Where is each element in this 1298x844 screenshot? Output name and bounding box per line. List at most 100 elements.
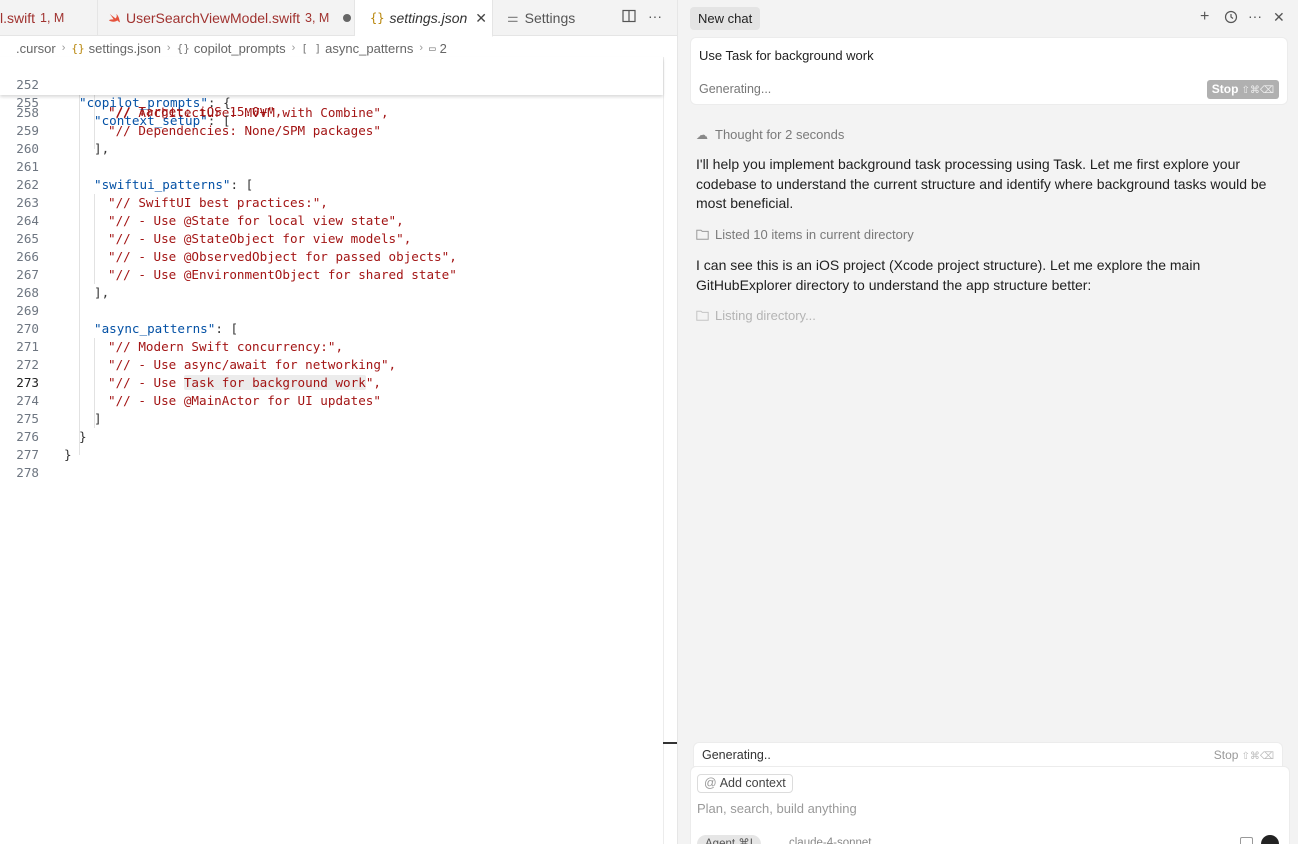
code-text: "copilot_prompts": { bbox=[79, 95, 231, 110]
more-actions-icon[interactable]: ··· bbox=[1248, 8, 1262, 24]
stop-button[interactable]: Stop ⇧⌘⌫ bbox=[1206, 80, 1279, 99]
code-text: ] bbox=[94, 411, 102, 426]
tab-usersearchviewmodel[interactable]: UserSearchViewModel.swift 3, M bbox=[98, 0, 355, 36]
code-text: "// - Use @State for local view state", bbox=[108, 213, 404, 228]
indent-guide bbox=[94, 338, 95, 428]
tool-call-text: Listed 10 items in current directory bbox=[715, 227, 914, 242]
generating-text: Generating.. bbox=[702, 748, 771, 762]
chevron-right-icon: › bbox=[166, 42, 171, 54]
stop-label: Stop bbox=[1211, 82, 1239, 96]
unsaved-dot-icon bbox=[343, 14, 352, 22]
code-text: "async_patterns": [ bbox=[94, 321, 239, 336]
thought-text: Thought for 2 seconds bbox=[715, 127, 845, 142]
tab-label: l.swift bbox=[0, 10, 35, 26]
tab-settings-json[interactable]: {} settings.json ✕ bbox=[355, 0, 493, 37]
code-string: ", bbox=[365, 375, 381, 390]
model-selector[interactable]: claude-4-sonnet bbox=[789, 837, 871, 844]
at-icon: @ bbox=[704, 776, 717, 790]
stop-button[interactable]: Stop ⇧⌘⌫ bbox=[1214, 748, 1274, 762]
sliders-icon: ⚌ bbox=[507, 10, 519, 25]
line-number: 271 bbox=[16, 339, 39, 354]
thought-indicator[interactable]: ☁ Thought for 2 seconds bbox=[696, 127, 844, 142]
line-number: 255 bbox=[16, 95, 39, 110]
object-braces-icon: {} bbox=[176, 41, 190, 55]
chat-panel: New chat + ··· ✕ Use Task for background… bbox=[677, 0, 1298, 844]
chat-input[interactable]: Plan, search, build anything bbox=[697, 801, 857, 816]
code-punct: : [ bbox=[230, 177, 254, 192]
tab-label: UserSearchViewModel.swift bbox=[126, 10, 301, 26]
code-punct: : [ bbox=[215, 321, 239, 336]
indent-guide bbox=[79, 95, 80, 455]
tab-settings[interactable]: ⚌ Settings bbox=[493, 0, 611, 36]
generating-bar: Generating.. Stop ⇧⌘⌫ bbox=[693, 742, 1283, 767]
breadcrumb-file[interactable]: settings.json bbox=[89, 41, 161, 56]
line-number: 274 bbox=[16, 393, 39, 408]
user-query-box[interactable]: Use Task for background work Generating.… bbox=[690, 37, 1288, 105]
line-number: 263 bbox=[16, 195, 39, 210]
chat-input-box[interactable]: @ Add context Plan, search, build anythin… bbox=[690, 766, 1290, 844]
code-text: } bbox=[79, 429, 87, 444]
code-editor[interactable]: 252 "copilot_prompts": { 255 "context_se… bbox=[0, 57, 663, 844]
breadcrumb-array[interactable]: async_patterns bbox=[325, 41, 413, 56]
code-text: "// - Use @EnvironmentObject for shared … bbox=[108, 267, 457, 282]
line-number: 264 bbox=[16, 213, 39, 228]
stop-label: Stop bbox=[1213, 748, 1239, 762]
breadcrumb-object[interactable]: copilot_prompts bbox=[194, 41, 286, 56]
tab-badge: 1, M bbox=[40, 11, 65, 25]
line-number: 275 bbox=[16, 411, 39, 426]
code-line: 260], bbox=[0, 140, 663, 158]
chat-header: New chat + ··· ✕ bbox=[678, 0, 1298, 36]
line-number: 269 bbox=[16, 303, 39, 318]
assistant-message: I can see this is an iOS project (Xcode … bbox=[696, 257, 1201, 293]
code-text: "// - Use async/await for networking", bbox=[108, 357, 397, 372]
chat-title-tab[interactable]: New chat bbox=[690, 7, 761, 30]
send-button[interactable] bbox=[1261, 835, 1279, 844]
add-context-button[interactable]: @ Add context bbox=[697, 774, 793, 793]
scrollbar-thumb[interactable] bbox=[663, 742, 677, 744]
plus-icon[interactable]: + bbox=[1200, 8, 1209, 26]
tool-call-listing: Listing directory... bbox=[696, 308, 816, 323]
image-icon[interactable] bbox=[1240, 837, 1253, 844]
breadcrumb-folder[interactable]: .cursor bbox=[16, 41, 56, 56]
tool-call-listed[interactable]: Listed 10 items in current directory bbox=[696, 227, 914, 242]
code-line: 262 "swiftui_patterns": [ bbox=[0, 176, 663, 194]
code-line: 277} bbox=[0, 446, 663, 464]
swift-icon bbox=[108, 13, 121, 22]
more-actions-icon[interactable]: ··· bbox=[648, 8, 662, 24]
code-line: 267 "// - Use @EnvironmentObject for shar… bbox=[0, 266, 663, 284]
line-number: 278 bbox=[16, 465, 39, 480]
code-line: 255 "context_setup": [ bbox=[0, 76, 663, 128]
tab-label: Settings bbox=[524, 10, 576, 26]
line-number: 262 bbox=[16, 177, 39, 192]
code-text: "// - Use @MainActor for UI updates" bbox=[108, 393, 381, 408]
editor-tab-bar: l.swift 1, M UserSearchViewModel.swift 3… bbox=[0, 0, 677, 37]
chevron-right-icon: › bbox=[419, 42, 424, 54]
sticky-scroll-header[interactable]: 252 "copilot_prompts": { 255 "context_se… bbox=[0, 57, 663, 128]
close-icon[interactable]: ✕ bbox=[1273, 9, 1285, 26]
editor-pane: l.swift 1, M UserSearchViewModel.swift 3… bbox=[0, 0, 677, 844]
breadcrumb-index[interactable]: 2 bbox=[440, 41, 447, 56]
code-line: 265 "// - Use @StateObject for view model… bbox=[0, 230, 663, 248]
chevron-right-icon: › bbox=[291, 42, 296, 54]
code-line: 263 "// SwiftUI best practices:", bbox=[0, 194, 663, 212]
agent-mode-selector[interactable]: Agent ⌘I bbox=[697, 835, 761, 844]
code-text: ], bbox=[94, 141, 110, 156]
breadcrumb: .cursor › {} settings.json › {} copilot_… bbox=[16, 37, 447, 59]
close-icon[interactable]: ✕ bbox=[475, 10, 487, 27]
json-key: context_setup bbox=[101, 113, 201, 128]
code-line: 278 bbox=[0, 464, 663, 482]
highlighted-text: Task for background work bbox=[183, 375, 366, 390]
code-text: "// Modern Swift concurrency:", bbox=[108, 339, 344, 354]
split-editor-icon[interactable] bbox=[622, 9, 636, 23]
line-number: 261 bbox=[16, 159, 39, 174]
json-braces-icon: {} bbox=[71, 41, 85, 55]
array-brackets-icon: [ ] bbox=[301, 41, 322, 55]
line-number: 273 bbox=[16, 375, 39, 390]
editor-scrollbar[interactable] bbox=[663, 57, 677, 844]
history-icon[interactable] bbox=[1224, 10, 1238, 24]
code-text: "// - Use @StateObject for view models", bbox=[108, 231, 412, 246]
tab-swift-file[interactable]: l.swift 1, M bbox=[0, 0, 98, 36]
line-number: 270 bbox=[16, 321, 39, 336]
stop-shortcut: ⇧⌘⌫ bbox=[1241, 751, 1274, 762]
tab-badge: 3, M bbox=[305, 11, 330, 25]
